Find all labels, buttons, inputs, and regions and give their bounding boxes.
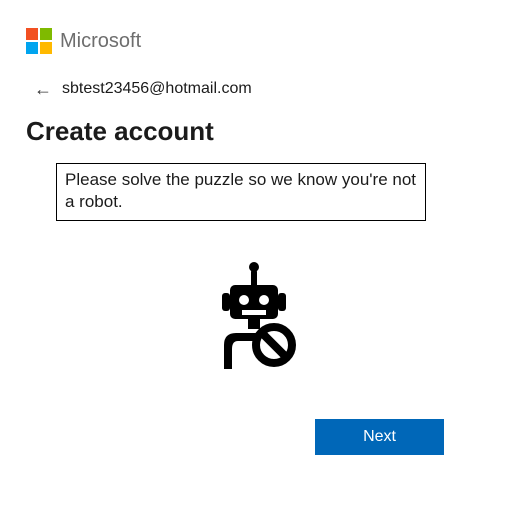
brand-header: Microsoft	[26, 28, 482, 54]
microsoft-logo-icon	[26, 28, 52, 54]
captcha-illustration	[26, 259, 482, 379]
captcha-instruction: Please solve the puzzle so we know you'r…	[56, 163, 426, 221]
footer-actions: Next	[26, 419, 482, 455]
brand-name: Microsoft	[60, 30, 141, 53]
page-title: Create account	[26, 116, 482, 147]
account-identity-row: ← sbtest23456@hotmail.com	[34, 80, 482, 98]
next-button[interactable]: Next	[315, 419, 444, 455]
account-email: sbtest23456@hotmail.com	[62, 80, 252, 98]
robot-blocked-icon	[194, 259, 314, 379]
back-arrow-icon[interactable]: ←	[34, 80, 52, 98]
